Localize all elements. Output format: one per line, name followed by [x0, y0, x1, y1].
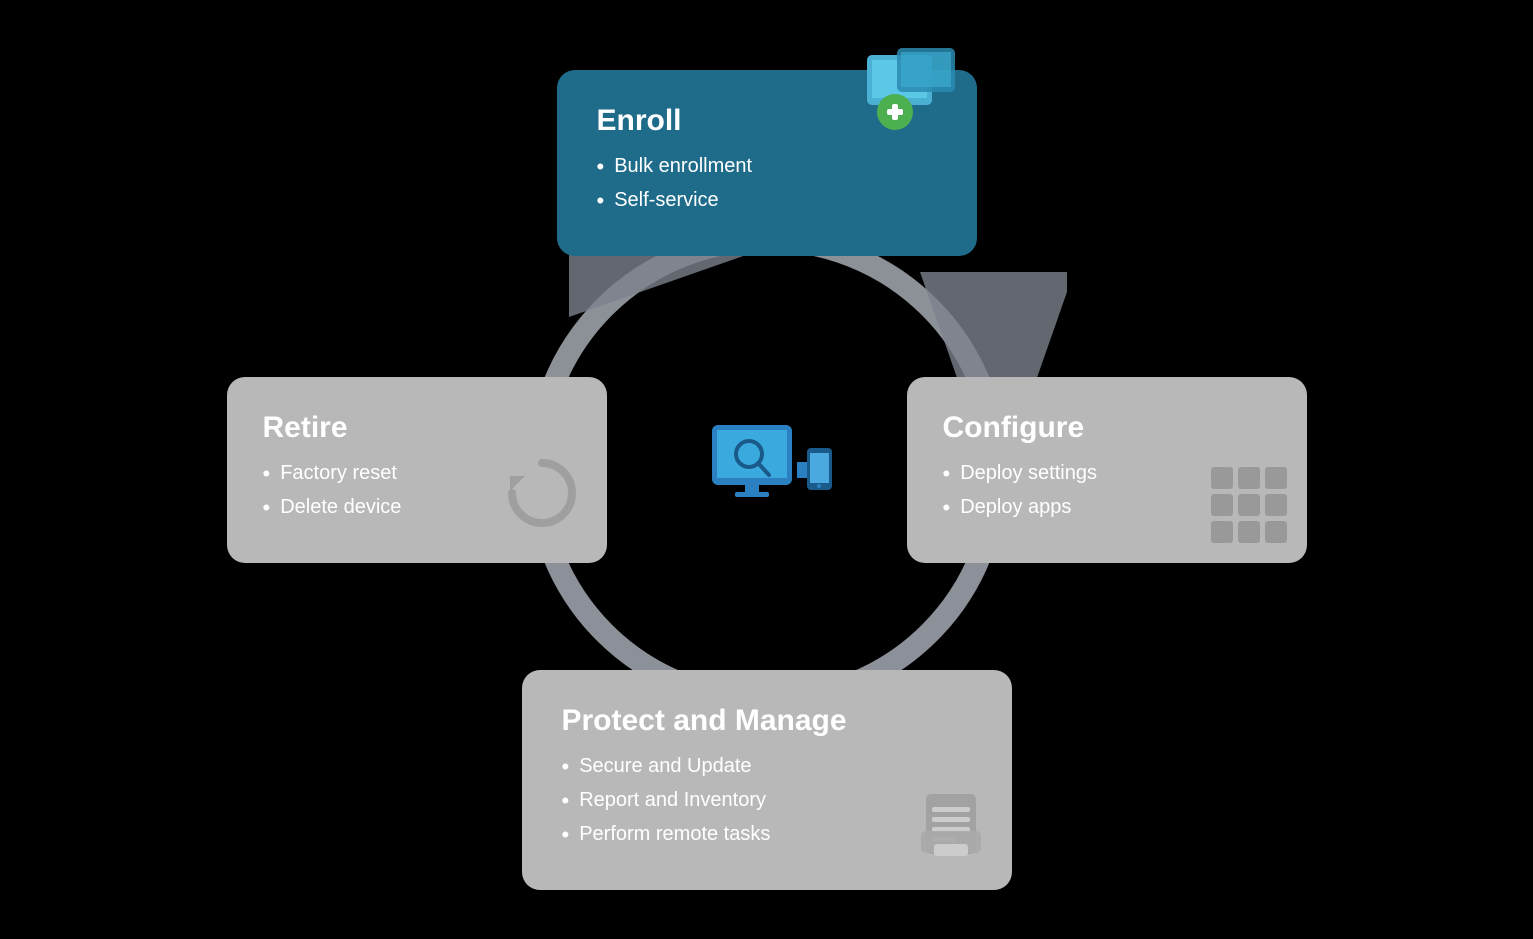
retire-refresh-icon — [497, 448, 587, 543]
enroll-item-2: Self-service — [597, 188, 937, 214]
retire-title: Retire — [263, 411, 571, 445]
configure-title: Configure — [943, 411, 1271, 445]
enroll-item-1: Bulk enrollment — [597, 154, 937, 180]
protect-item-3: Perform remote tasks — [562, 822, 972, 848]
report-svg-icon — [916, 789, 996, 869]
protect-card: Protect and Manage Secure and Update Rep… — [522, 670, 1012, 890]
configure-grid-icon — [1211, 467, 1287, 543]
configure-card: Configure Deploy settings Deploy apps — [907, 377, 1307, 563]
enroll-icon — [857, 40, 967, 155]
protect-item-2: Report and Inventory — [562, 788, 972, 814]
protect-item-1: Secure and Update — [562, 754, 972, 780]
grid-icon — [1211, 467, 1287, 543]
enroll-list: Bulk enrollment Self-service — [597, 154, 937, 214]
protect-report-icon — [916, 789, 996, 874]
center-icon-svg — [707, 420, 837, 530]
protect-list: Secure and Update Report and Inventory P… — [562, 754, 972, 848]
enroll-card: Enroll Bulk enrollment Self-service — [557, 70, 977, 256]
protect-title: Protect and Manage — [562, 704, 972, 738]
center-mdm-icon — [707, 420, 827, 520]
lifecycle-diagram: Enroll Bulk enrollment Self-service — [217, 40, 1317, 900]
retire-card: Retire Factory reset Delete device — [227, 377, 607, 563]
